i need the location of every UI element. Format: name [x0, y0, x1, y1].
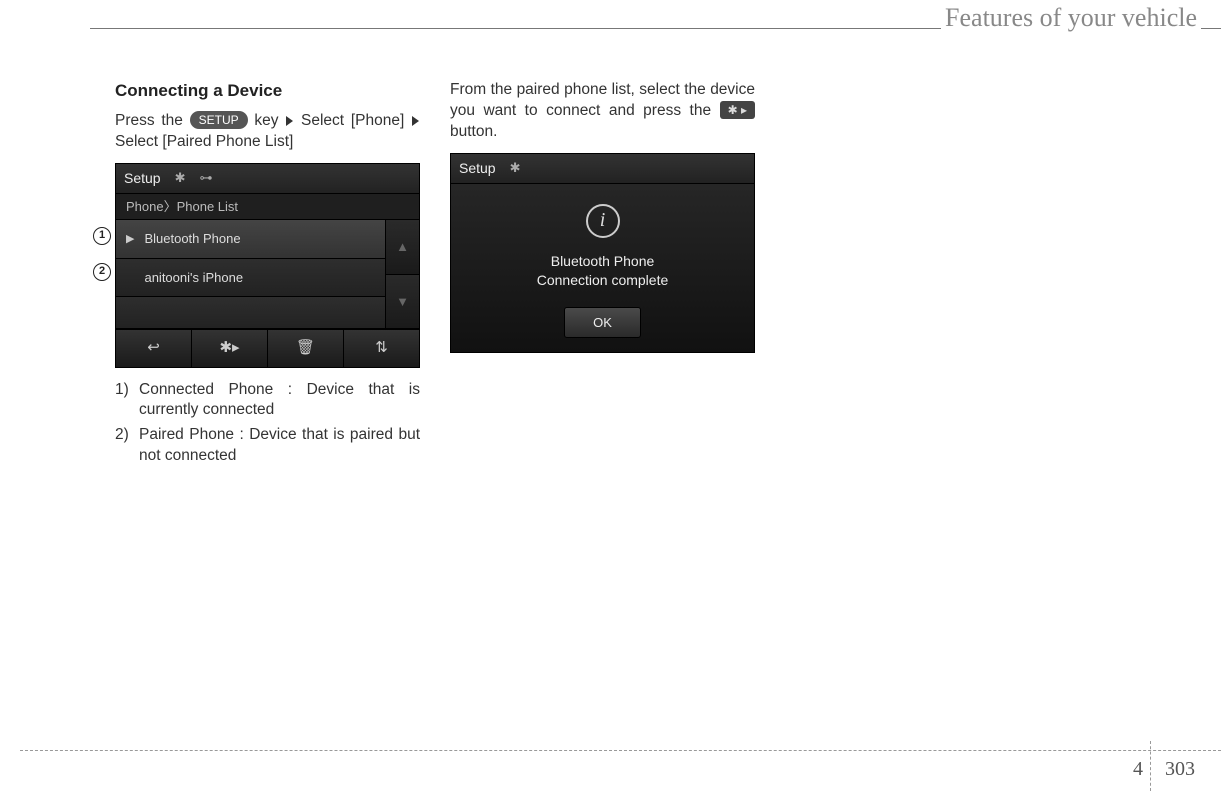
msg-line-1: Bluetooth Phone [551, 253, 655, 269]
screenshot-connection-complete: Setup ✱ i Bluetooth Phone Connection com… [450, 153, 755, 354]
msg-line-2: Connection complete [537, 272, 669, 288]
screenshot-1-wrap: 1 2 Setup ✱ ⊶ Phone〉Phone List ▶ Bluetoo… [115, 163, 420, 368]
instr-text: Select [Paired Phone List] [115, 133, 293, 150]
list-item[interactable]: ▶ anitooni's iPhone [116, 259, 385, 298]
callout-2: 2 [93, 263, 111, 281]
list-item-empty [116, 297, 385, 329]
bt-connect-button-label: ✱ ▸ [720, 101, 755, 119]
bottom-bar: ↩ ✱▸ 🗑 ⇅ [116, 329, 419, 366]
def-number: 2) [115, 425, 139, 467]
phone-list: ▶ Bluetooth Phone ▶ anitooni's iPhone [116, 220, 385, 329]
connect-button[interactable]: ✱▸ [192, 330, 268, 366]
play-icon: ▶ [126, 232, 134, 247]
page-number: 303 [1165, 758, 1195, 781]
ok-button[interactable]: OK [564, 307, 641, 339]
column-1: Connecting a Device Press the SETUP key … [115, 80, 420, 471]
instr-text: button. [450, 123, 497, 140]
def-number: 1) [115, 380, 139, 422]
instr-text: key [254, 112, 278, 129]
callout-1: 1 [93, 227, 111, 245]
instruction-2: From the paired phone list, select the d… [450, 80, 755, 143]
def-text: Paired Phone : Device that is paired but… [139, 425, 420, 467]
dialog-message: Bluetooth Phone Connection complete [461, 252, 744, 291]
footer-divider [1150, 741, 1151, 791]
screenshot-phone-list: Setup ✱ ⊶ Phone〉Phone List ▶ Bluetooth P… [115, 163, 420, 368]
scroll-buttons: ▲ ▼ [385, 220, 419, 329]
bt-connect-icon: ✱▸ [219, 339, 239, 356]
scroll-down-button[interactable]: ▼ [386, 275, 419, 330]
bluetooth-icon: ✱ [510, 159, 521, 177]
delete-button[interactable]: 🗑 [268, 330, 344, 366]
def-text: Connected Phone : Device that is current… [139, 380, 420, 422]
usb-icon: ⊶ [200, 169, 213, 187]
dialog: i Bluetooth Phone Connection complete OK [451, 184, 754, 353]
definitions: 1) Connected Phone : Device that is curr… [115, 380, 420, 468]
header-title: Features of your vehicle [941, 3, 1201, 33]
setup-key-label: SETUP [190, 111, 248, 129]
shot-topbar: Setup ✱ [451, 154, 754, 184]
chapter-number: 4 [1133, 758, 1143, 781]
list-area: ▶ Bluetooth Phone ▶ anitooni's iPhone ▲ … [116, 220, 419, 329]
definition-item: 2) Paired Phone : Device that is paired … [115, 425, 420, 467]
back-button[interactable]: ↩ [116, 330, 192, 366]
column-3 [785, 80, 1090, 471]
footer-rule [20, 750, 1221, 751]
scroll-up-button[interactable]: ▲ [386, 220, 419, 275]
back-icon: ↩ [147, 339, 160, 356]
list-item[interactable]: ▶ Bluetooth Phone [116, 220, 385, 259]
instruction-1: Press the SETUP key Select [Phone] Selec… [115, 111, 420, 153]
triangle-icon [412, 116, 419, 126]
ok-button-label: OK [593, 315, 612, 330]
shot-title: Setup [459, 159, 496, 178]
instr-text: From the paired phone list, select the d… [450, 81, 755, 119]
section-heading: Connecting a Device [115, 80, 420, 103]
triangle-icon [286, 116, 293, 126]
bluetooth-icon: ✱ [175, 169, 186, 187]
sort-icon: ⇅ [375, 339, 388, 356]
trash-icon: 🗑 [296, 339, 315, 356]
shot-title: Setup [124, 169, 161, 188]
shot-topbar: Setup ✱ ⊶ [116, 164, 419, 194]
breadcrumb: Phone〉Phone List [116, 194, 419, 221]
list-item-label: Bluetooth Phone [144, 230, 240, 248]
instr-text: Press the [115, 112, 190, 129]
definition-item: 1) Connected Phone : Device that is curr… [115, 380, 420, 422]
content-area: Connecting a Device Press the SETUP key … [115, 80, 1106, 471]
sort-button[interactable]: ⇅ [344, 330, 419, 366]
instr-text: Select [Phone] [301, 112, 404, 129]
info-icon: i [586, 204, 620, 238]
column-2: From the paired phone list, select the d… [450, 80, 755, 471]
list-item-label: anitooni's iPhone [144, 269, 243, 287]
